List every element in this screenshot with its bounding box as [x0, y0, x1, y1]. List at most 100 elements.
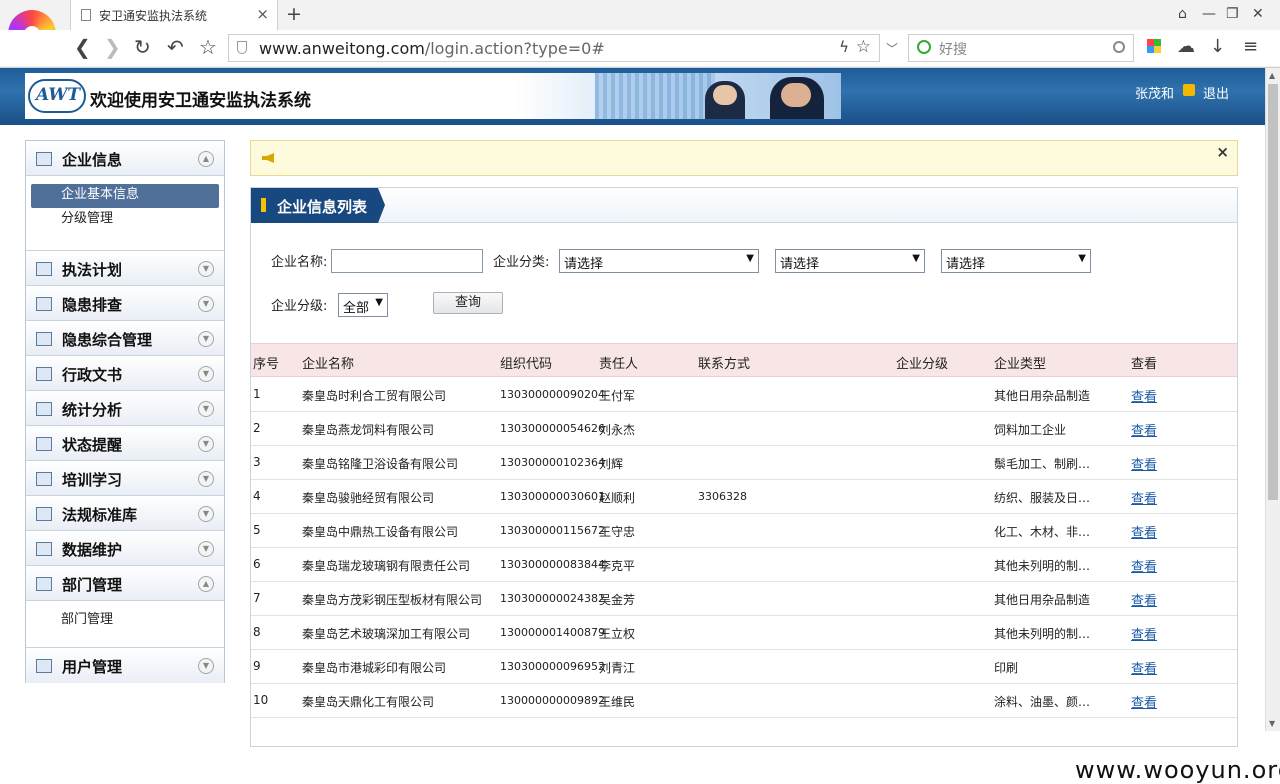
sidebar-item-enterprise-info[interactable]: 企业基本信息: [31, 184, 219, 208]
expand-icon[interactable]: ▼: [198, 401, 214, 417]
sidebar-section-enterprise[interactable]: 企业信息 ▲: [26, 141, 224, 176]
level-select[interactable]: 全部 ▼: [338, 293, 388, 317]
search-icon[interactable]: [1113, 41, 1125, 53]
maximize-button[interactable]: ❐: [1226, 6, 1239, 22]
sidebar-section-reminder[interactable]: 状态提醒 ▼: [26, 426, 224, 461]
sidebar-section-inspection[interactable]: 隐患排查 ▼: [26, 286, 224, 321]
page-scrollbar[interactable]: ▲ ▼: [1265, 68, 1280, 731]
table-row: 2 秦皇岛燕龙饲料有限公司 130300000054626 刘永杰 饲料加工企业 查看: [251, 412, 1237, 446]
cell-person: 刘青江: [599, 661, 636, 675]
expand-icon[interactable]: ▼: [198, 366, 214, 382]
tab-close-icon[interactable]: ×: [256, 5, 269, 23]
column-header: 查看: [1131, 357, 1158, 372]
favorite-star-icon[interactable]: ☆: [856, 37, 871, 57]
query-button[interactable]: 查询: [433, 292, 503, 314]
sidebar-section-department[interactable]: 部门管理 ▲: [26, 566, 224, 601]
document-icon: [36, 367, 52, 381]
sidebar-section-documents[interactable]: 行政文书 ▼: [26, 356, 224, 391]
view-link[interactable]: 查看: [1131, 522, 1157, 541]
expand-icon[interactable]: ▼: [198, 331, 214, 347]
scroll-thumb[interactable]: [1268, 84, 1278, 500]
cell-type: 纺织、服装及日…: [994, 491, 1091, 505]
column-header: 企业名称: [302, 357, 355, 372]
lightning-icon[interactable]: ϟ: [839, 38, 849, 56]
collapse-icon[interactable]: ▲: [198, 576, 214, 592]
cell-code: 130300000054626: [500, 422, 605, 435]
download-icon[interactable]: ↓: [1210, 36, 1225, 57]
sidebar-item-grading[interactable]: 分级管理: [31, 208, 219, 232]
scroll-down-icon[interactable]: ▼: [1269, 719, 1275, 728]
chat-bubble-icon: [36, 437, 52, 451]
sidebar-section-regulations[interactable]: 法规标准库 ▼: [26, 496, 224, 531]
cloud-icon[interactable]: ☁: [1177, 36, 1195, 57]
view-link[interactable]: 查看: [1131, 692, 1157, 711]
close-icon[interactable]: ×: [1216, 143, 1229, 161]
expand-icon[interactable]: ▼: [198, 658, 214, 674]
view-link[interactable]: 查看: [1131, 624, 1157, 643]
expand-icon[interactable]: ▼: [198, 506, 214, 522]
cell-code: 130300000090204: [500, 388, 605, 401]
sidebar-section-users[interactable]: 用户管理 ▼: [26, 648, 224, 683]
view-link[interactable]: 查看: [1131, 488, 1157, 507]
scroll-up-icon[interactable]: ▲: [1269, 71, 1275, 80]
cell-person: 王付军: [599, 389, 636, 403]
sidebar-section-data[interactable]: 数据维护 ▼: [26, 531, 224, 566]
apps-grid-icon[interactable]: [1147, 39, 1161, 53]
sidebar-section-plan[interactable]: 执法计划 ▼: [26, 251, 224, 286]
view-link[interactable]: 查看: [1131, 386, 1157, 405]
view-link[interactable]: 查看: [1131, 590, 1157, 609]
minimize-button[interactable]: —: [1202, 6, 1216, 22]
user-icon: [36, 659, 52, 673]
expand-icon[interactable]: ▼: [198, 261, 214, 277]
search-box[interactable]: 好搜: [908, 34, 1134, 62]
column-header: 联系方式: [698, 357, 751, 372]
cell-person: 刘辉: [599, 457, 624, 471]
sidebar: 企业信息 ▲ 企业基本信息 分级管理 执法计划 ▼ 隐患排查 ▼ 隐患综合管理 ▼ 行…: [25, 140, 225, 683]
cell-person: 赵顺利: [599, 491, 636, 505]
chevron-down-icon[interactable]: ﹀: [886, 40, 898, 57]
sidebar-item-department[interactable]: 部门管理: [31, 609, 219, 633]
bookmark-star-icon[interactable]: ☆: [199, 36, 217, 58]
sidebar-section-training[interactable]: 培训学习 ▼: [26, 461, 224, 496]
logout-link[interactable]: 退出: [1203, 83, 1229, 102]
expand-icon[interactable]: ▼: [198, 436, 214, 452]
url-text[interactable]: www.anweitong.com/login.action?type=0#: [259, 39, 605, 58]
sidebar-section-stats[interactable]: 统计分析 ▼: [26, 391, 224, 426]
lock-icon[interactable]: [1183, 84, 1195, 96]
sidebar-section-hazard[interactable]: 隐患综合管理 ▼: [26, 321, 224, 356]
category-select-3[interactable]: 请选择 ▼: [941, 249, 1091, 273]
cell-no: 5: [253, 523, 261, 537]
cell-type: 其他日用杂品制造: [994, 389, 1091, 403]
expand-icon[interactable]: ▼: [198, 471, 214, 487]
forward-icon[interactable]: ❯: [104, 36, 121, 58]
enterprise-name-input[interactable]: [331, 249, 483, 273]
view-link[interactable]: 查看: [1131, 556, 1157, 575]
view-link[interactable]: 查看: [1131, 420, 1157, 439]
skin-icon[interactable]: ⌂: [1178, 6, 1187, 22]
cell-person: 王维民: [599, 695, 636, 709]
expand-icon[interactable]: ▼: [198, 541, 214, 557]
back-icon[interactable]: ❮: [74, 36, 91, 58]
category-select-2[interactable]: 请选择 ▼: [775, 249, 925, 273]
view-link[interactable]: 查看: [1131, 454, 1157, 473]
reload-icon[interactable]: ↻: [134, 36, 151, 58]
collapse-icon[interactable]: ▲: [198, 151, 214, 167]
enterprise-list-panel: 企业信息列表 企业名称: 企业分类: 请选择 ▼ 请选择 ▼ 请选择 ▼ 企业分级: …: [250, 187, 1238, 747]
browser-tab[interactable]: 安卫通安监执法系统 ×: [70, 0, 278, 30]
cell-type: 鬃毛加工、制刷…: [994, 457, 1091, 471]
menu-icon[interactable]: ≡: [1243, 36, 1258, 57]
close-window-button[interactable]: ✕: [1252, 6, 1264, 22]
level-label: 企业分级:: [271, 299, 328, 314]
expand-icon[interactable]: ▼: [198, 296, 214, 312]
undo-icon[interactable]: ↶: [167, 36, 184, 58]
cell-code: 130000000009892: [500, 694, 605, 707]
search-input[interactable]: 好搜: [939, 39, 967, 59]
view-link[interactable]: 查看: [1131, 658, 1157, 677]
address-bar[interactable]: www.anweitong.com/login.action?type=0# ϟ…: [228, 34, 880, 62]
page-icon: [81, 9, 91, 21]
new-tab-button[interactable]: +: [286, 3, 302, 25]
cell-name: 秦皇岛方茂彩钢压型板材有限公司: [302, 593, 483, 607]
category-select-1[interactable]: 请选择 ▼: [559, 249, 759, 273]
panel-title: 企业信息列表: [277, 198, 368, 216]
dropdown-arrow-icon: ▼: [375, 297, 383, 308]
